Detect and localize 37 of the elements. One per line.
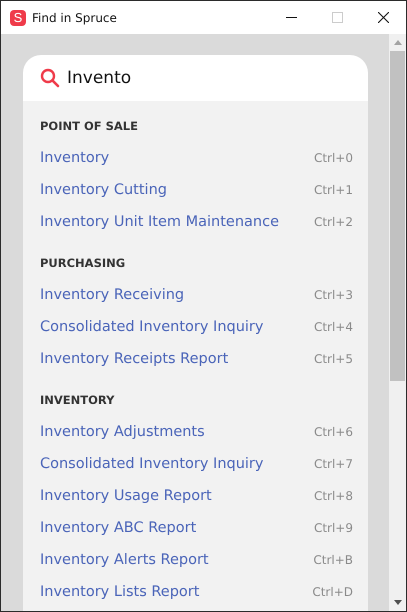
scroll-thumb[interactable] xyxy=(390,51,405,381)
result-item[interactable]: Inventory Lists Report Ctrl+D xyxy=(40,576,353,608)
result-item[interactable]: Inventory Alerts Report Ctrl+B xyxy=(40,544,353,576)
result-item[interactable]: Inventory Cutting Ctrl+1 xyxy=(40,174,353,206)
section-header: PURCHASING xyxy=(40,255,126,272)
window-title: Find in Spruce xyxy=(32,10,118,24)
section-header: POINT OF SALE xyxy=(40,118,139,135)
result-item[interactable]: Inventory Unit Item Maintenance Ctrl+2 xyxy=(40,206,353,238)
scroll-down-icon[interactable] xyxy=(394,600,402,605)
result-item[interactable]: Consolidated Inventory Inquiry Ctrl+7 xyxy=(40,448,353,480)
shortcut-label: Ctrl+8 xyxy=(314,489,353,503)
maximize-icon xyxy=(332,12,342,23)
scrollbar[interactable] xyxy=(389,34,406,611)
result-item[interactable]: Consolidated Inventory Inquiry Ctrl+4 xyxy=(40,311,353,343)
shortcut-label: Ctrl+9 xyxy=(314,521,353,535)
result-item[interactable]: Inventory Ctrl+0 xyxy=(40,142,353,174)
close-icon xyxy=(378,12,388,23)
shortcut-label: Ctrl+3 xyxy=(314,288,353,302)
minimize-icon xyxy=(286,17,296,18)
shortcut-label: Ctrl+0 xyxy=(314,151,353,165)
shortcut-label: Ctrl+2 xyxy=(314,215,353,229)
shortcut-label: Ctrl+5 xyxy=(314,352,353,366)
shortcut-label: Ctrl+7 xyxy=(314,457,353,471)
result-item[interactable]: Inventory ABC Report Ctrl+9 xyxy=(40,512,353,544)
search-field[interactable]: Invento xyxy=(23,55,368,101)
scroll-up-icon[interactable] xyxy=(394,40,402,45)
shortcut-label: Ctrl+6 xyxy=(314,425,353,439)
app-logo: S xyxy=(10,10,26,26)
result-item[interactable]: Inventory Usage Report Ctrl+8 xyxy=(40,480,353,512)
result-item[interactable]: Inventory Receiving Ctrl+3 xyxy=(40,279,353,311)
shortcut-label: Ctrl+B xyxy=(313,553,353,567)
shortcut-label: Ctrl+D xyxy=(312,585,353,599)
shortcut-label: Ctrl+4 xyxy=(314,320,353,334)
shortcut-label: Ctrl+1 xyxy=(314,183,353,197)
result-item[interactable]: Inventory Receipts Report Ctrl+5 xyxy=(40,343,353,375)
section-header: INVENTORY xyxy=(40,392,116,409)
result-item[interactable]: Inventory Adjustments Ctrl+6 xyxy=(40,416,353,448)
